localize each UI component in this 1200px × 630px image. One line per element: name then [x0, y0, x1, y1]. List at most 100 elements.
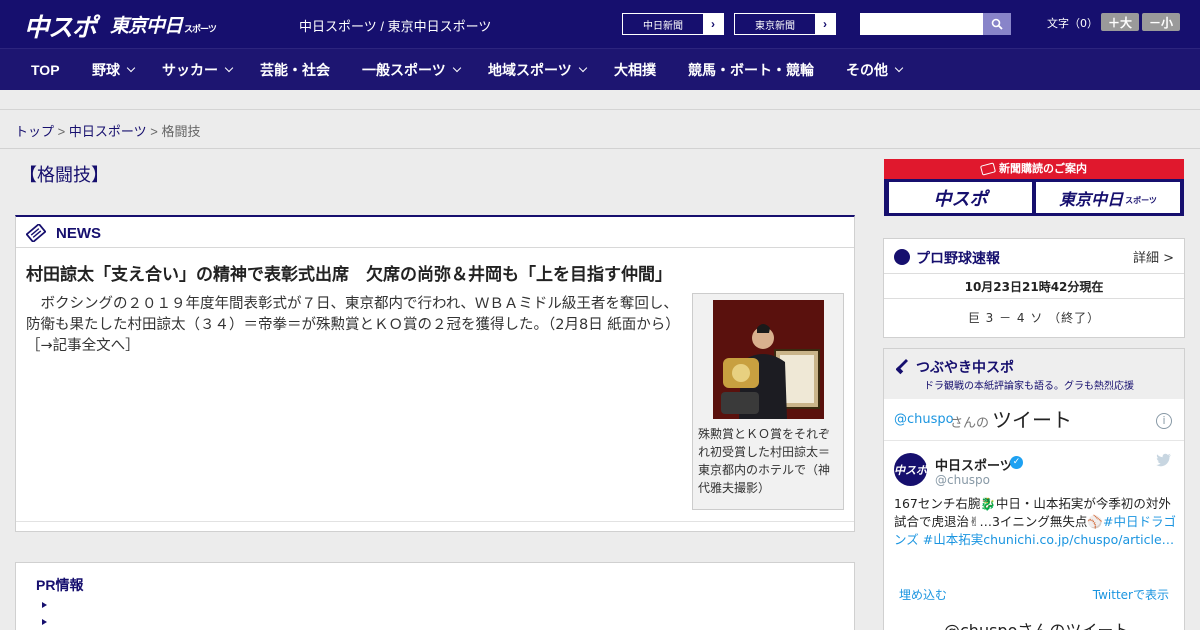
font-size-label: 文字（0） [1047, 17, 1098, 30]
nav-other[interactable]: その他 [846, 49, 904, 91]
nav-top-label: TOP [31, 62, 60, 78]
chunichi-shimbun-label: 中日新聞 [643, 20, 683, 32]
breadcrumb-current: 格闘技 [161, 124, 201, 139]
nav-entertainment[interactable]: 芸能・社会 [260, 49, 330, 91]
chevron-down-icon [894, 63, 904, 73]
megaphone-icon [896, 359, 908, 375]
baseball-scores-widget: プロ野球速報 詳細 > 10月23日21時42分現在 巨 3 － 4 ソ （終了… [883, 238, 1185, 338]
nav-baseball[interactable]: 野球 [92, 49, 136, 91]
article-photo-box: 殊勲賞とＫＯ賞をそれぞれ初受賞した村田諒太＝東京都内のホテルで（神代雅夫撮影） [692, 293, 844, 510]
page-title: 【格闘技】 [19, 165, 109, 186]
nav-sumo[interactable]: 大相撲 [614, 49, 656, 91]
breadcrumb-separator: > [57, 124, 66, 139]
chevron-right-icon: › [815, 14, 835, 34]
tokyo-shimbun-link[interactable]: 東京新聞 › [734, 13, 836, 35]
main-nav: TOP 野球 サッカー 芸能・社会 一般スポーツ 地域スポーツ 大相撲 競馬・ボ… [0, 48, 1200, 90]
newspaper-icon [26, 224, 46, 242]
search-icon [991, 18, 1003, 30]
breadcrumb-bar: トップ > 中日スポーツ > 格闘技 [0, 111, 1200, 149]
baseball-title: プロ野球速報 [916, 250, 1000, 266]
baseball-update-time: 10月23日21時42分現在 [884, 273, 1184, 299]
article-photo[interactable] [713, 300, 824, 419]
nav-entertainment-label: 芸能・社会 [260, 62, 330, 78]
tokyo-logo-small: スポーツ [184, 25, 217, 35]
tweet-author-name[interactable]: 中日スポーツ [935, 455, 1013, 474]
search-button[interactable] [983, 13, 1011, 35]
twitter-widget-title: つぶやき中スポ [916, 359, 1014, 375]
news-card: NEWS 村田諒太「支え合い」の精神で表彰式出席 欠席の尚弥＆井岡も「上を目指す… [15, 215, 855, 532]
chuspo-subscribe-logo[interactable]: 中スポ [889, 182, 1032, 213]
news-footer-divider [16, 521, 854, 522]
nav-top[interactable]: TOP [31, 49, 60, 91]
nav-racing-label: 競馬・ボート・競輪 [688, 62, 814, 78]
chuspo-logo[interactable]: 中スポ [24, 8, 97, 44]
breadcrumb: トップ > 中日スポーツ > 格闘技 [15, 121, 200, 140]
newspaper-icon [979, 162, 997, 176]
verified-icon: ✓ [1010, 456, 1023, 469]
baseball-detail-link[interactable]: 詳細 > [1133, 247, 1174, 266]
top-header: 中スポ 東京中日 スポーツ 中日スポーツ / 東京中日スポーツ 中日新聞 › 東京… [0, 0, 1200, 48]
baseball-icon [894, 249, 910, 265]
photo-caption: 殊勲賞とＫＯ賞をそれぞれ初受賞した村田諒太＝東京都内のホテルで（神代雅夫撮影） [698, 427, 831, 495]
chevron-down-icon [578, 63, 587, 73]
nav-soccer-label: サッカー [162, 62, 218, 78]
news-label: NEWS [56, 225, 101, 242]
tokyo-chunichi-logo[interactable]: 東京中日 スポーツ [110, 11, 217, 38]
nav-racing[interactable]: 競馬・ボート・競輪 [688, 49, 814, 91]
bullet-icon [42, 619, 47, 625]
nav-general-sports-label: 一般スポーツ [362, 62, 446, 78]
site-names: 中日スポーツ / 東京中日スポーツ [299, 19, 492, 34]
nav-other-label: その他 [846, 62, 888, 78]
header-spacer [0, 90, 1200, 110]
nav-sumo-label: 大相撲 [614, 62, 656, 78]
twitter-widget-header: つぶやき中スポ ドラ観戦の本紙評論家も語る。グラも熱烈応援 [884, 349, 1184, 399]
pr-card: PR情報 [15, 562, 855, 630]
subscription-title: 新聞購読のご案内 [884, 160, 1184, 178]
article-headline[interactable]: 村田諒太「支え合い」の精神で表彰式出席 欠席の尚弥＆井岡も「上を目指す仲間」 [26, 260, 846, 285]
baseball-score[interactable]: 巨 3 － 4 ソ （終了） [884, 309, 1184, 326]
chevron-down-icon [126, 63, 136, 73]
twitter-tweets-label: ツイート [992, 408, 1072, 432]
info-icon[interactable]: i [1156, 413, 1172, 429]
view-on-twitter-link[interactable]: Twitterで表示 [1093, 586, 1169, 603]
chevron-down-icon [224, 63, 234, 73]
twitter-widget-subtitle: ドラ観戦の本紙評論家も語る。グラも熱烈応援 [924, 381, 1134, 392]
breadcrumb-separator: > [150, 124, 158, 139]
article-summary-text: ボクシングの２０１９年度年間表彰式が７日、東京都内で行われ、ＷＢＡミドル級王者を… [26, 296, 680, 333]
avatar[interactable]: 中スポ [894, 453, 927, 486]
search-input[interactable] [860, 13, 984, 35]
chevron-down-icon [452, 63, 461, 73]
nav-general-sports[interactable]: 一般スポーツ [362, 49, 461, 91]
font-smaller-button[interactable]: －小 [1142, 13, 1180, 31]
tokyo-chunichi-subscribe-logo[interactable]: 東京中日 スポーツ [1036, 182, 1180, 213]
tweet-text: 167センチ右腕🐉中日・山本拓実が今季初の対外試合で虎退治✌…3イニング無失点⚾… [894, 495, 1176, 549]
nav-local-sports-label: 地域スポーツ [488, 62, 572, 78]
tokyo-shimbun-label: 東京新聞 [755, 20, 795, 32]
boxer-photo-image [713, 300, 824, 419]
tokyo-subscribe-small: スポーツ [1125, 196, 1157, 205]
article-summary: ボクシングの２０１９年度年間表彰式が７日、東京都内で行われ、ＷＢＡミドル級王者を… [26, 294, 686, 357]
twitter-bird-icon[interactable] [1156, 453, 1172, 467]
twitter-widget: つぶやき中スポ ドラ観戦の本紙評論家も語る。グラも熱烈応援 @chuspo さん… [883, 348, 1185, 630]
chunichi-shimbun-link[interactable]: 中日新聞 › [622, 13, 724, 35]
chevron-right-icon: › [703, 14, 723, 34]
subscription-title-text: 新聞購読のご案内 [999, 162, 1087, 175]
breadcrumb-chuspo[interactable]: 中日スポーツ [69, 124, 147, 139]
tokyo-logo-text: 東京中日 [110, 15, 183, 37]
nav-soccer[interactable]: サッカー [162, 49, 234, 91]
font-larger-button[interactable]: ＋大 [1101, 13, 1139, 31]
pr-title: PR情報 [36, 577, 84, 593]
twitter-timeline-header: @chuspo さんの ツイート i [884, 399, 1184, 441]
twitter-handle-suffix: さんの [950, 416, 990, 431]
embed-link[interactable]: 埋め込む [899, 586, 947, 603]
nav-baseball-label: 野球 [92, 62, 120, 78]
tokyo-subscribe-text: 東京中日 [1059, 189, 1124, 209]
breadcrumb-home[interactable]: トップ [15, 124, 54, 139]
bullet-icon [42, 602, 47, 608]
news-header: NEWS [16, 217, 854, 248]
read-more-link[interactable]: ［→記事全文へ］ [26, 338, 140, 354]
nav-local-sports[interactable]: 地域スポーツ [488, 49, 587, 91]
tweet-author-handle[interactable]: @chuspo [935, 473, 990, 487]
twitter-handle-link[interactable]: @chuspo [894, 412, 954, 427]
twitter-footer-title: @chuspoさんのツイート [944, 617, 1129, 630]
